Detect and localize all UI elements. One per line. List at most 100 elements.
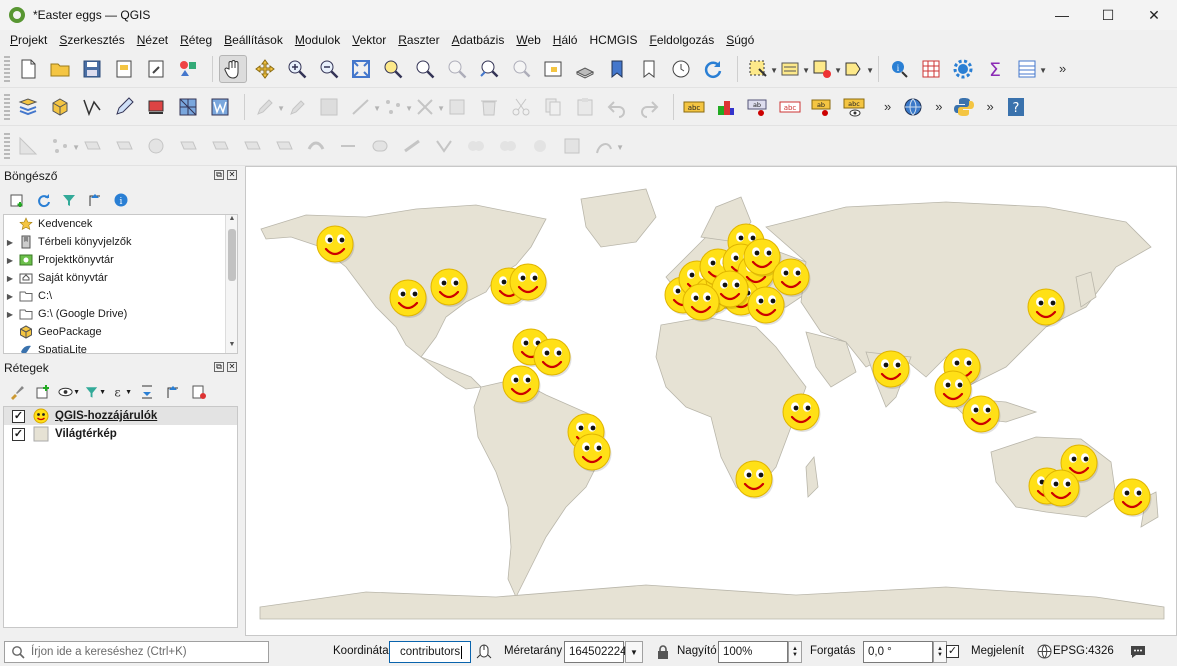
- zoom-in-button[interactable]: [283, 55, 311, 83]
- locator-search-input[interactable]: Írjon ide a kereséshez (Ctrl+K): [4, 641, 269, 663]
- add-ring-button[interactable]: ▼: [46, 132, 80, 160]
- lock-icon[interactable]: [656, 644, 670, 660]
- menu-vektor[interactable]: Vektor: [346, 33, 392, 47]
- scale-dropdown-button[interactable]: ▼: [625, 641, 643, 663]
- digitize-button[interactable]: [110, 93, 138, 121]
- expand-arrow-icon[interactable]: ▶: [4, 256, 16, 265]
- help-button[interactable]: ?: [1002, 93, 1030, 121]
- browser-item[interactable]: GeoPackage: [4, 323, 237, 341]
- magnifier-input[interactable]: 100%: [718, 641, 788, 663]
- label-preview-button[interactable]: abc: [840, 93, 868, 121]
- render-checkbox[interactable]: ✓: [946, 645, 959, 658]
- scale-input[interactable]: 164502224: [564, 641, 627, 663]
- refresh-button[interactable]: [699, 55, 727, 83]
- tracing-button[interactable]: ▼: [590, 132, 624, 160]
- pin-labels-button[interactable]: ab: [744, 93, 772, 121]
- layer-visibility-checkbox[interactable]: ✓: [12, 409, 25, 423]
- rotate-feature-button[interactable]: [78, 132, 106, 160]
- toolbar-handle[interactable]: [4, 93, 10, 120]
- advanced-digitizing-button[interactable]: [14, 132, 42, 160]
- world-map[interactable]: [246, 167, 1177, 636]
- menu-raszter[interactable]: Raszter: [392, 33, 445, 47]
- browser-item[interactable]: ▶ G:\ (Google Drive): [4, 305, 237, 323]
- expand-all-button[interactable]: [136, 381, 158, 403]
- properties-button[interactable]: i: [110, 189, 132, 211]
- menu-feldolgozás[interactable]: Feldolgozás: [643, 33, 720, 47]
- undo-button[interactable]: [603, 93, 631, 121]
- expand-arrow-icon[interactable]: ▶: [4, 310, 16, 319]
- rotate-point-button[interactable]: [526, 132, 554, 160]
- toolbar-overflow-button[interactable]: »: [1059, 61, 1066, 76]
- layer-item[interactable]: ✓ QGIS-hozzájárulók: [4, 407, 237, 425]
- browser-item[interactable]: SpatiaLite: [4, 341, 237, 353]
- contributor-smiley-marker[interactable]: [1113, 478, 1152, 517]
- delete-selected-button[interactable]: [475, 93, 503, 121]
- menu-adatbázis[interactable]: Adatbázis: [446, 33, 511, 47]
- reverse-line-button[interactable]: [334, 132, 362, 160]
- save-project-button[interactable]: [78, 55, 106, 83]
- pan-to-selection-button[interactable]: [251, 55, 279, 83]
- menu-szerkesztés[interactable]: Szerkesztés: [53, 33, 130, 47]
- cut-features-button[interactable]: [507, 93, 535, 121]
- toolbar-handle[interactable]: [4, 132, 10, 159]
- menu-hcmgis[interactable]: HCMGIS: [583, 33, 643, 47]
- browser-scrollbar[interactable]: ▲ ▼: [225, 215, 237, 353]
- open-attribute-table-button[interactable]: ▼: [1013, 55, 1047, 83]
- offset-curve-button[interactable]: [302, 132, 330, 160]
- rotation-input[interactable]: 0,0 °: [863, 641, 933, 663]
- float-panel-button[interactable]: ⧉: [214, 170, 224, 180]
- zoom-full-button[interactable]: [347, 55, 375, 83]
- style-manager-button[interactable]: [174, 55, 202, 83]
- add-wms-button[interactable]: [206, 93, 234, 121]
- save-edits-button[interactable]: [315, 93, 343, 121]
- edit-pencil-button[interactable]: ▼: [251, 93, 285, 121]
- select-by-value-button[interactable]: ▼: [776, 55, 810, 83]
- add-group-button[interactable]: [32, 381, 54, 403]
- new-project-button[interactable]: [14, 55, 42, 83]
- new-map-view-button[interactable]: [539, 55, 567, 83]
- filter-expression-button[interactable]: ε ▼: [110, 381, 132, 403]
- attribute-table-button[interactable]: [917, 55, 945, 83]
- zoom-native-button[interactable]: [443, 55, 471, 83]
- close-layers-panel-button[interactable]: ✕: [227, 362, 237, 372]
- processing-toolbox-button[interactable]: [949, 55, 977, 83]
- modify-attributes-button[interactable]: ▼: [411, 93, 445, 121]
- maximize-button[interactable]: ☐: [1085, 0, 1131, 30]
- statistics-button[interactable]: Σ: [981, 55, 1009, 83]
- layout-manager-button[interactable]: [142, 55, 170, 83]
- layer-visibility-checkbox[interactable]: ✓: [12, 427, 25, 441]
- menu-háló[interactable]: Háló: [547, 33, 584, 47]
- deselect-button[interactable]: ▼: [808, 55, 842, 83]
- menu-projekt[interactable]: Projekt: [4, 33, 53, 47]
- python-console-button[interactable]: [950, 93, 978, 121]
- fill-ring-button[interactable]: [174, 132, 202, 160]
- style-panel-button[interactable]: [6, 381, 28, 403]
- toolbar-handle[interactable]: [4, 55, 10, 82]
- menu-nézet[interactable]: Nézet: [131, 33, 174, 47]
- contributor-smiley-marker[interactable]: [533, 338, 572, 377]
- add-selected-layers-button[interactable]: [6, 189, 28, 211]
- menu-modulok[interactable]: Modulok: [289, 33, 346, 47]
- move-label-button[interactable]: ab: [808, 93, 836, 121]
- zoom-last-button[interactable]: [475, 55, 503, 83]
- multi-edit-button[interactable]: [443, 93, 471, 121]
- zoom-to-selection-button[interactable]: [379, 55, 407, 83]
- select-features-button[interactable]: ▼: [744, 55, 778, 83]
- menu-web[interactable]: Web: [510, 33, 546, 47]
- new-print-layout-button[interactable]: [110, 55, 138, 83]
- toggle-editing-button[interactable]: [283, 93, 311, 121]
- minimize-button[interactable]: —: [1039, 0, 1085, 30]
- offset-point-button[interactable]: [558, 132, 586, 160]
- copy-features-button[interactable]: [539, 93, 567, 121]
- open-project-button[interactable]: [46, 55, 74, 83]
- expand-arrow-icon[interactable]: ▶: [4, 274, 16, 283]
- close-panel-button[interactable]: ✕: [227, 170, 237, 180]
- globe-icon[interactable]: [1037, 644, 1052, 659]
- toolbar-overflow-button-3[interactable]: »: [935, 99, 942, 114]
- expand-arrow-icon[interactable]: ▶: [4, 292, 16, 301]
- browser-item[interactable]: Kedvencek: [4, 215, 237, 233]
- messages-icon[interactable]: [1130, 644, 1146, 659]
- layer-item[interactable]: ✓ Világtérkép: [4, 425, 237, 443]
- select-location-button[interactable]: ▼: [840, 55, 874, 83]
- scrollbar-thumb[interactable]: [228, 229, 236, 281]
